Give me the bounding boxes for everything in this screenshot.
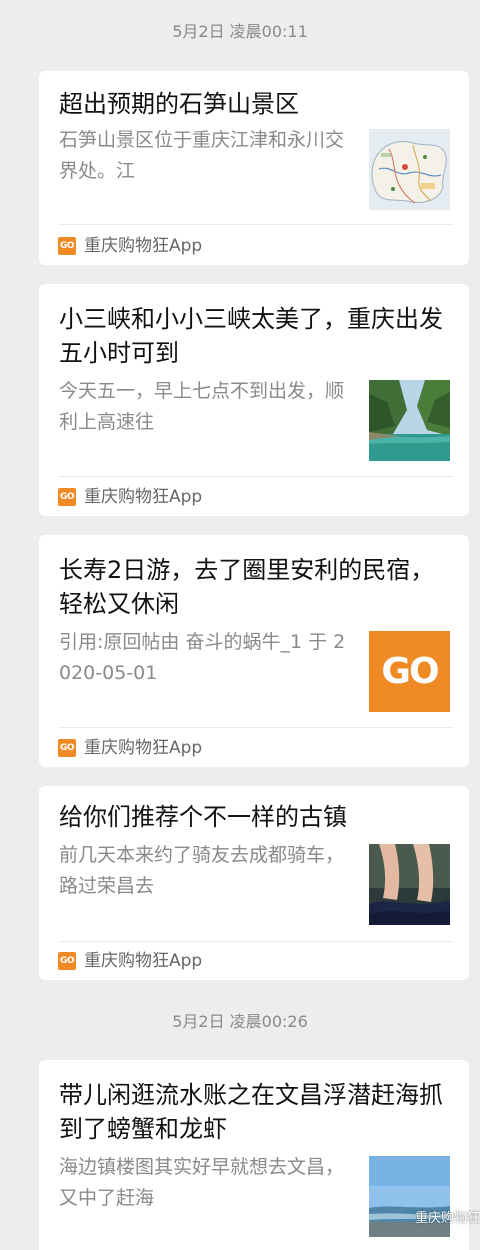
map-thumbnail xyxy=(369,129,450,210)
card-divider xyxy=(59,476,453,477)
source-name: 重庆购物狂App xyxy=(84,951,203,971)
card-divider xyxy=(59,941,453,942)
card-divider xyxy=(59,727,453,728)
source-name: 重庆购物狂App xyxy=(84,236,203,256)
article-card[interactable]: 带儿闲逛流水账之在文昌浮潜赶海抓到了螃蟹和龙虾 海边镇楼图其实好早就想去文昌，又… xyxy=(39,1060,469,1250)
article-card[interactable]: 给你们推荐个不一样的古镇 前几天本来约了骑友去成都骑车，路过荣昌去 GO 重庆购… xyxy=(39,786,469,980)
go-logo-thumbnail: GO xyxy=(369,631,450,712)
source-row[interactable]: GO 重庆购物狂App xyxy=(58,235,202,257)
gorge-river-thumbnail xyxy=(369,380,450,461)
source-row[interactable]: GO 重庆购物狂App xyxy=(58,950,202,972)
article-desc: 引用:原回帖由 奋斗的蜗牛_1 于 2020-05-01 xyxy=(59,631,346,684)
watermark: 重庆购物狂 xyxy=(414,1211,480,1226)
article-card[interactable]: 超出预期的石笋山景区 石笋山景区位于重庆江津和永川交界处。江 GO 重庆购物狂A… xyxy=(39,71,469,265)
article-card[interactable]: 长寿2日游，去了圈里安利的民宿，轻松又休闲 引用:原回帖由 奋斗的蜗牛_1 于 … xyxy=(39,535,469,767)
source-row[interactable]: GO 重庆购物狂App xyxy=(58,486,202,508)
feet-in-water-thumbnail xyxy=(369,844,450,925)
source-name: 重庆购物狂App xyxy=(84,487,203,507)
article-title: 带儿闲逛流水账之在文昌浮潜赶海抓到了螃蟹和龙虾 xyxy=(59,1081,443,1143)
app-logo-icon: GO xyxy=(58,739,76,757)
article-title: 超出预期的石笋山景区 xyxy=(59,90,299,118)
card-divider xyxy=(59,224,453,225)
article-title: 长寿2日游，去了圈里安利的民宿，轻松又休闲 xyxy=(59,556,435,618)
source-row[interactable]: GO 重庆购物狂App xyxy=(58,737,202,759)
go-logo-text: GO xyxy=(381,651,439,692)
message-timestamp: 5月2日 凌晨00:26 xyxy=(172,1012,308,1031)
app-logo-icon: GO xyxy=(58,237,76,255)
app-logo-icon: GO xyxy=(58,952,76,970)
article-title: 给你们推荐个不一样的古镇 xyxy=(59,803,347,831)
article-desc: 今天五一，早上七点不到出发，顺利上高速往 xyxy=(59,380,345,433)
article-card[interactable]: 小三峡和小小三峡太美了，重庆出发五小时可到 今天五一，早上七点不到出发，顺利上高… xyxy=(39,284,469,516)
article-desc: 前几天本来约了骑友去成都骑车，路过荣昌去 xyxy=(59,844,345,897)
article-title: 小三峡和小小三峡太美了，重庆出发五小时可到 xyxy=(59,305,443,367)
article-desc: 海边镇楼图其实好早就想去文昌，又中了赶海 xyxy=(59,1156,345,1209)
app-logo-icon: GO xyxy=(58,488,76,506)
source-name: 重庆购物狂App xyxy=(84,738,203,758)
article-desc: 石笋山景区位于重庆江津和永川交界处。江 xyxy=(59,129,345,182)
message-timestamp: 5月2日 凌晨00:11 xyxy=(172,22,308,41)
